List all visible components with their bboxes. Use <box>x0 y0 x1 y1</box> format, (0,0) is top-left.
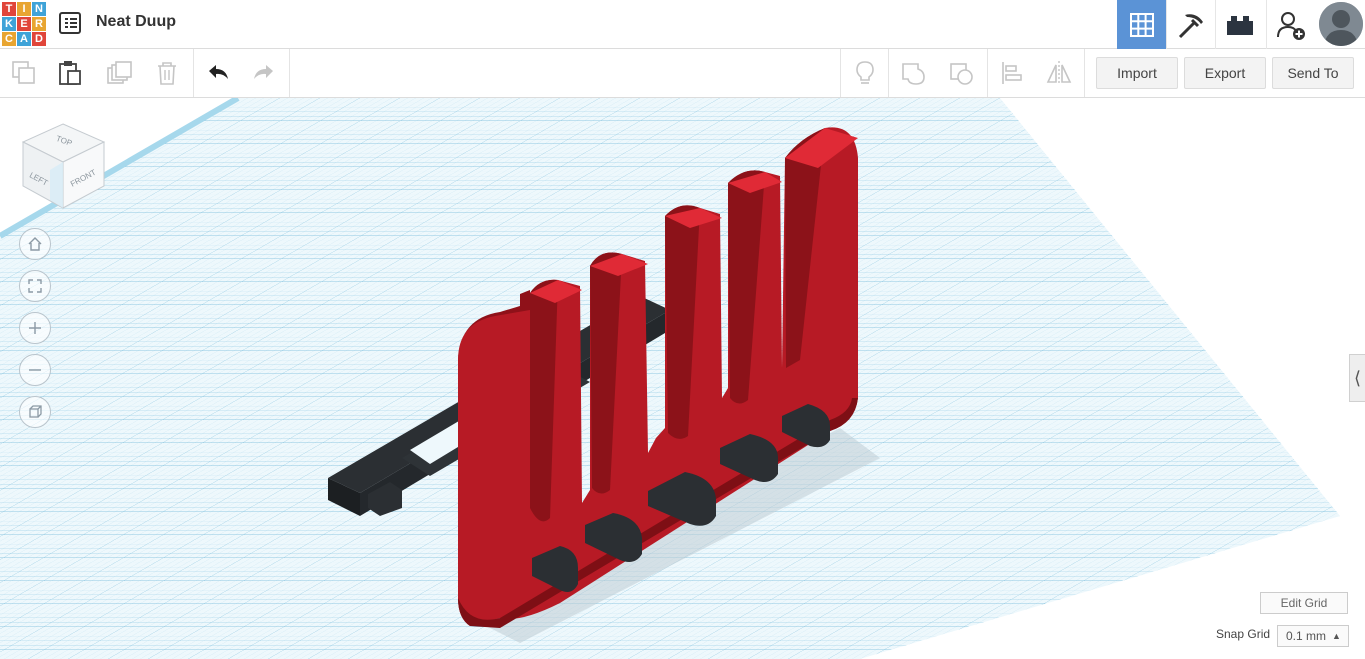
perspective-cube-icon <box>29 405 42 418</box>
tinkercad-logo[interactable]: TIN KER CAD <box>2 2 46 46</box>
caret-up-icon: ▲ <box>1332 631 1341 641</box>
logo-letter: N <box>32 2 46 16</box>
delete-button[interactable] <box>153 59 181 87</box>
paste-button[interactable] <box>56 59 84 87</box>
toolbar-divider <box>1084 49 1085 97</box>
bricks-view-button[interactable] <box>1215 0 1264 49</box>
chevron-left-icon: ⟨ <box>1353 367 1362 388</box>
codeblocks-view-button[interactable] <box>1166 0 1215 49</box>
grid-icon <box>1129 12 1154 37</box>
fit-view-button[interactable] <box>19 270 51 302</box>
workplane-viewport[interactable]: TOP LEFT FRONT ⟨ Edit Grid Snap Grid 0.1 <box>0 98 1365 659</box>
home-view-button[interactable] <box>19 228 51 260</box>
top-bar: TIN KER CAD Neat Duup <box>0 0 1365 49</box>
toolbar: Import Export Send To <box>0 49 1365 98</box>
trash-icon <box>158 62 176 85</box>
logo-letter: E <box>17 17 31 31</box>
group-button[interactable] <box>900 59 928 87</box>
lightbulb-icon <box>856 61 874 84</box>
duplicate-icon <box>107 61 132 84</box>
toolbar-divider <box>888 49 889 97</box>
export-button[interactable]: Export <box>1184 57 1266 89</box>
align-icon <box>1002 62 1022 84</box>
edit-grid-button[interactable]: Edit Grid <box>1260 592 1348 614</box>
view-cube[interactable]: TOP LEFT FRONT <box>20 122 106 212</box>
duplicate-button[interactable] <box>105 59 133 87</box>
copy-button[interactable] <box>10 59 38 87</box>
home-icon <box>28 237 42 251</box>
mirror-button[interactable] <box>1045 59 1073 87</box>
redo-button[interactable] <box>250 59 278 87</box>
toolbar-divider <box>840 49 841 97</box>
group-icon <box>902 63 925 85</box>
ungroup-icon <box>950 63 973 85</box>
design-title[interactable]: Neat Duup <box>96 13 176 31</box>
zoom-out-button[interactable] <box>19 354 51 386</box>
invite-user-button[interactable] <box>1266 0 1315 49</box>
undo-icon <box>209 65 228 79</box>
user-avatar[interactable] <box>1319 2 1363 46</box>
pickaxe-icon <box>1178 13 1203 38</box>
snap-grid-select[interactable]: 0.1 mm ▲ <box>1277 625 1349 647</box>
person-icon <box>1319 2 1363 46</box>
redo-icon <box>254 65 273 79</box>
perspective-button[interactable] <box>19 396 51 428</box>
brick-icon <box>1227 15 1253 35</box>
notes-button[interactable] <box>851 59 879 87</box>
design-list-icon[interactable] <box>59 12 81 34</box>
logo-letter: R <box>32 17 46 31</box>
logo-letter: C <box>2 32 16 46</box>
copy-icon <box>12 61 35 84</box>
workplane-grid[interactable] <box>0 98 1365 659</box>
paste-icon <box>59 61 81 85</box>
send-to-button[interactable]: Send To <box>1272 57 1354 89</box>
3d-design-view-button[interactable] <box>1117 0 1166 49</box>
logo-letter: T <box>2 2 16 16</box>
fit-view-icon <box>28 279 42 293</box>
undo-button[interactable] <box>204 59 232 87</box>
snap-grid-label: Snap Grid <box>1216 627 1271 641</box>
shapes-panel-toggle[interactable]: ⟨ <box>1349 354 1365 402</box>
logo-letter: K <box>2 17 16 31</box>
logo-letter: A <box>17 32 31 46</box>
import-button[interactable]: Import <box>1096 57 1178 89</box>
ungroup-button[interactable] <box>948 59 976 87</box>
zoom-in-button[interactable] <box>19 312 51 344</box>
toolbar-divider <box>987 49 988 97</box>
toolbar-divider <box>289 49 290 97</box>
mirror-icon <box>1046 61 1072 85</box>
minus-icon <box>29 369 41 371</box>
logo-letter: I <box>17 2 31 16</box>
logo-letter: D <box>32 32 46 46</box>
toolbar-divider <box>193 49 194 97</box>
add-user-icon <box>1277 11 1305 40</box>
snap-grid-value: 0.1 mm <box>1286 629 1327 643</box>
plus-icon <box>29 322 41 334</box>
align-button[interactable] <box>998 59 1026 87</box>
